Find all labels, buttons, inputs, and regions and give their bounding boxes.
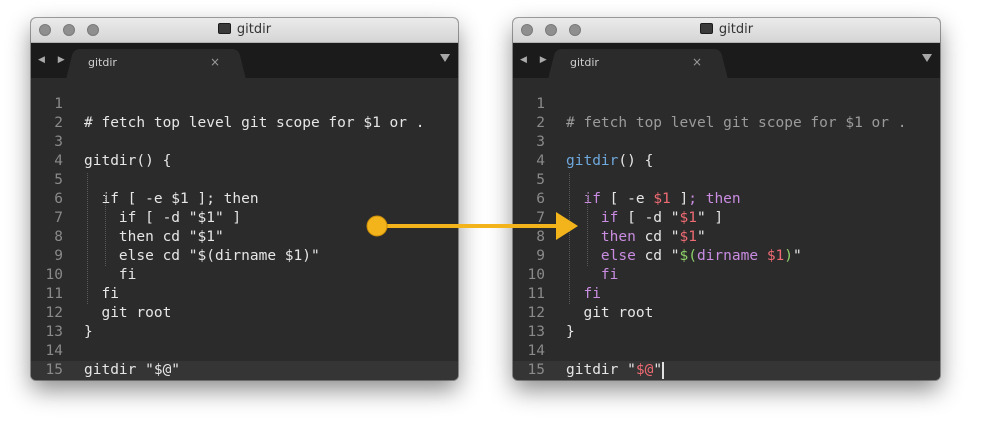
tab-label: gitdir <box>88 56 117 69</box>
tab-label: gitdir <box>570 56 599 69</box>
arrow-origin-dot <box>366 215 388 237</box>
tab-close-icon[interactable]: × <box>692 55 702 69</box>
arrow-head <box>556 212 578 240</box>
tab-close-icon[interactable]: × <box>210 55 220 69</box>
arrow-right-icon <box>366 212 578 240</box>
